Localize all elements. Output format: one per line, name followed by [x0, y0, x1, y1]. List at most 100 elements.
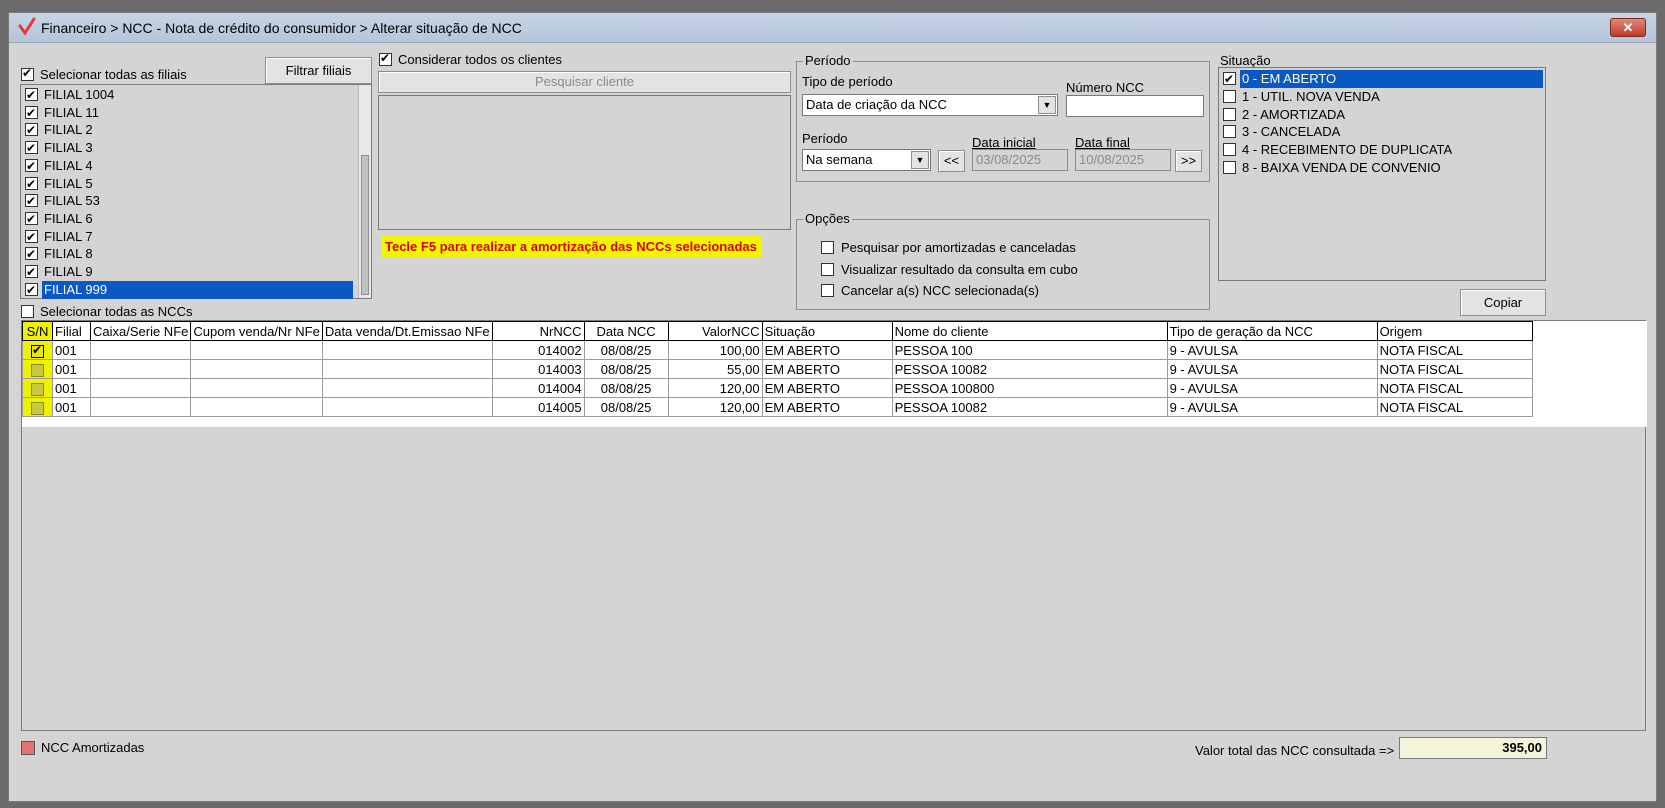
filial-checkbox[interactable]	[25, 157, 38, 175]
filial-checkbox[interactable]	[25, 245, 38, 263]
row-select-checkbox[interactable]	[31, 401, 44, 415]
filial-checkbox[interactable]	[25, 121, 38, 139]
col-nrncc[interactable]: NrNCC	[491, 321, 585, 341]
filter-filiais-button[interactable]: Filtrar filiais	[265, 57, 372, 84]
filial-item[interactable]: FILIAL 11	[23, 104, 353, 122]
ncc-table: S/N Filial Caixa/Serie NFe Cupom venda/N…	[22, 321, 1533, 417]
cell-sn[interactable]	[22, 340, 53, 360]
filial-item[interactable]: FILIAL 7	[23, 228, 353, 246]
filial-label: FILIAL 7	[44, 228, 93, 244]
cell-caixa	[89, 397, 192, 417]
filial-checkbox[interactable]	[25, 175, 38, 193]
situacao-checkbox[interactable]	[1223, 89, 1236, 103]
col-sn[interactable]: S/N	[22, 321, 53, 341]
situacao-item[interactable]: 0 - EM ABERTO	[1221, 70, 1543, 88]
situacao-item[interactable]: 2 - AMORTIZADA	[1221, 106, 1543, 124]
ncc-grid[interactable]: S/N Filial Caixa/Serie NFe Cupom venda/N…	[21, 320, 1647, 731]
select-all-ncc-checkbox[interactable]	[21, 305, 34, 318]
numero-ncc-input[interactable]	[1066, 95, 1204, 117]
search-amortized-checkbox[interactable]	[821, 241, 834, 254]
filial-item[interactable]: FILIAL 8	[23, 245, 353, 263]
cell-sn[interactable]	[22, 359, 53, 379]
cell-data-venda	[321, 340, 493, 360]
situacao-list[interactable]: 0 - EM ABERTO1 - UTIL. NOVA VENDA 2 - AMO…	[1218, 67, 1546, 281]
situacao-item[interactable]: 3 - CANCELADA	[1221, 123, 1543, 141]
filial-checkbox[interactable]	[25, 263, 38, 281]
cell-data-ncc: 08/08/25	[583, 397, 669, 417]
data-inicial-input[interactable]: 03/08/2025	[972, 149, 1068, 171]
situacao-checkbox[interactable]	[1223, 143, 1236, 157]
col-caixa[interactable]: Caixa/Serie NFe	[89, 321, 192, 341]
row-select-checkbox[interactable]	[31, 343, 44, 358]
filial-checkbox[interactable]	[25, 192, 38, 210]
situacao-item[interactable]: 4 - RECEBIMENTO DE DUPLICATA	[1221, 141, 1543, 159]
filial-checkbox[interactable]	[25, 139, 38, 157]
filial-item[interactable]: FILIAL 2	[23, 121, 353, 139]
table-row[interactable]: 001 01400208/08/25100,00EM ABERTOPESSOA 1…	[22, 340, 1533, 360]
select-all-ncc-label: Selecionar todas as NCCs	[40, 304, 193, 319]
filial-checkbox[interactable]	[25, 228, 38, 246]
filial-item[interactable]: FILIAL 6	[23, 210, 353, 228]
consider-all-clients-checkbox[interactable]	[379, 51, 392, 66]
data-final-input[interactable]: 10/08/2025	[1075, 149, 1171, 171]
filial-checkbox[interactable]	[25, 104, 38, 122]
cell-data-venda	[321, 378, 493, 398]
col-cliente[interactable]: Nome do cliente	[891, 321, 1168, 341]
prev-period-button[interactable]: <<	[938, 150, 965, 172]
filiais-list[interactable]: FILIAL 1004FILIAL 11FILIAL 2FILIAL 3FILI…	[20, 84, 372, 299]
situacao-group-title: Situação	[1220, 53, 1271, 68]
filial-item[interactable]: FILIAL 4	[23, 157, 353, 175]
row-select-checkbox[interactable]	[31, 363, 44, 377]
tipo-periodo-select[interactable]: Data de criação da NCC ▼	[802, 94, 1058, 116]
cell-data-ncc: 08/08/25	[583, 359, 669, 379]
cancel-selected-checkbox[interactable]	[821, 284, 834, 297]
table-row[interactable]: 001 014004 08/08/25 120,00 EM ABERTO PESSOA 1…	[22, 378, 1533, 398]
situacao-checkbox[interactable]	[1223, 125, 1236, 139]
situacao-item[interactable]: 1 - UTIL. NOVA VENDA	[1221, 88, 1543, 106]
col-data-venda[interactable]: Data venda/Dt.Emissao NFe	[321, 321, 493, 341]
cell-data-venda	[321, 397, 493, 417]
chevron-down-icon[interactable]: ▼	[1038, 96, 1056, 114]
col-data-ncc[interactable]: Data NCC	[583, 321, 669, 341]
situacao-checkbox[interactable]	[1223, 107, 1236, 121]
cell-origem: NOTA FISCAL	[1376, 397, 1533, 417]
chevron-down-icon[interactable]: ▼	[911, 151, 929, 169]
next-period-button[interactable]: >>	[1175, 150, 1202, 172]
row-select-checkbox[interactable]	[31, 382, 44, 396]
situacao-label: 2 - AMORTIZADA	[1242, 106, 1346, 122]
col-valor[interactable]: ValorNCC	[667, 321, 763, 341]
clients-list[interactable]	[378, 95, 791, 230]
cell-cliente: PESSOA 10082	[891, 397, 1168, 417]
col-cupom[interactable]: Cupom venda/Nr NFe	[190, 321, 323, 341]
filial-item[interactable]: FILIAL 1004	[23, 86, 353, 104]
filial-item[interactable]: FILIAL 999	[23, 280, 353, 299]
col-filial[interactable]: Filial	[52, 321, 91, 341]
filial-checkbox[interactable]	[25, 86, 38, 104]
cell-sn[interactable]	[22, 378, 53, 398]
filial-item[interactable]: FILIAL 9	[23, 263, 353, 281]
filial-item[interactable]: FILIAL 3	[23, 139, 353, 157]
situacao-checkbox[interactable]	[1223, 70, 1236, 88]
cell-sn[interactable]	[22, 397, 53, 417]
filiais-scrollbar[interactable]	[358, 85, 371, 298]
situacao-item[interactable]: 8 - BAIXA VENDA DE CONVENIO	[1221, 159, 1543, 177]
copy-button[interactable]: Copiar	[1460, 289, 1546, 316]
filial-checkbox[interactable]	[25, 210, 38, 228]
view-cube-checkbox[interactable]	[821, 263, 834, 276]
situacao-checkbox[interactable]	[1223, 161, 1236, 174]
close-button[interactable]: ✕	[1610, 18, 1646, 37]
filiais-scroll-thumb[interactable]	[361, 155, 369, 295]
table-row[interactable]: 001 014005 08/08/25 120,00 EM ABERTO PESSOA 1…	[22, 397, 1533, 417]
amortized-legend-swatch	[21, 741, 35, 755]
col-tipo[interactable]: Tipo de geração da NCC	[1166, 321, 1378, 341]
select-all-filiais-checkbox[interactable]	[21, 66, 34, 81]
table-row[interactable]: 001 014003 08/08/25 55,00 EM ABERTO PESSOA 10…	[22, 359, 1533, 379]
cell-tipo: 9 - AVULSA	[1166, 340, 1378, 360]
search-client-button[interactable]: Pesquisar cliente	[378, 71, 791, 93]
col-origem[interactable]: Origem	[1376, 321, 1533, 341]
filial-item[interactable]: FILIAL 53	[23, 192, 353, 210]
col-situacao[interactable]: Situação	[761, 321, 893, 341]
filial-item[interactable]: FILIAL 5	[23, 175, 353, 193]
filial-checkbox[interactable]	[25, 281, 38, 299]
periodo-select[interactable]: Na semana ▼	[802, 149, 931, 171]
